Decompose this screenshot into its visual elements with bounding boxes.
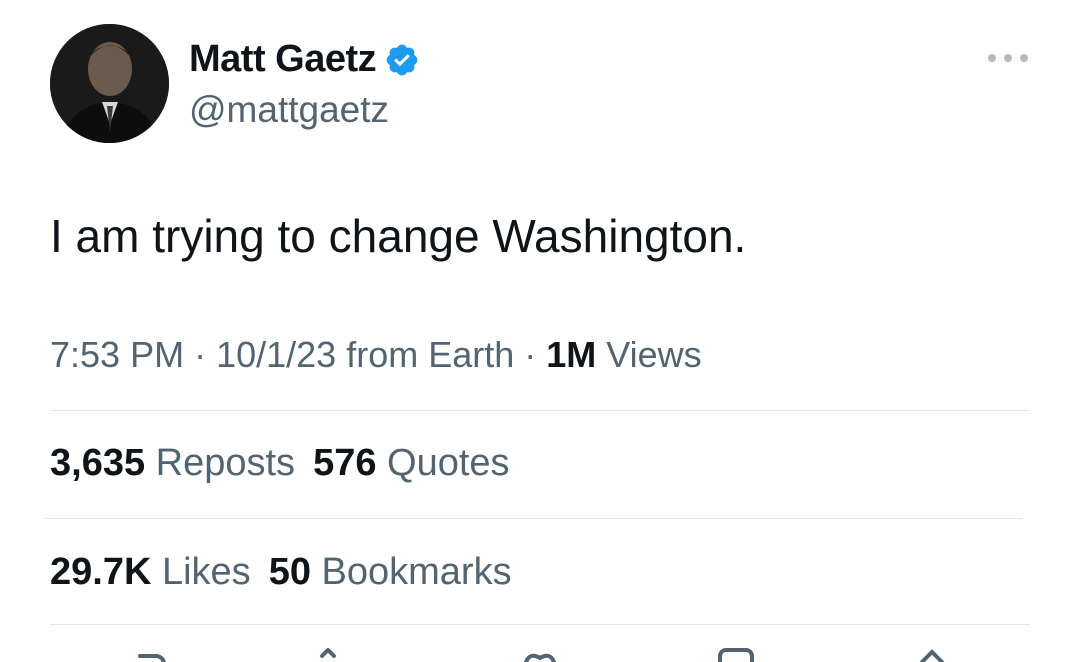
tweet-card: Matt Gaetz @mattgaetz I am trying to cha… (0, 0, 1080, 662)
reposts-stat[interactable]: 3,635 Reposts (50, 442, 295, 485)
tweet-source: from Earth (336, 334, 515, 375)
likes-stat[interactable]: 29.7K Likes (50, 551, 251, 594)
divider (50, 624, 1030, 625)
action-bar (0, 648, 1080, 662)
avatar[interactable] (50, 24, 169, 143)
tweet-meta: 7:53 PM · 10/1/23 from Earth · 1M Views (50, 334, 702, 376)
bookmarks-stat[interactable]: 50 Bookmarks (269, 551, 512, 594)
repost-icon[interactable] (318, 648, 358, 662)
stats-row-reposts: 3,635 Reposts 576 Quotes (50, 442, 528, 485)
like-icon[interactable] (520, 648, 560, 662)
tweet-text: I am trying to change Washington. (50, 210, 747, 262)
share-icon[interactable] (912, 648, 952, 662)
likes-label: Likes (161, 551, 251, 593)
author-name-text: Matt Gaetz (189, 38, 377, 80)
avatar-photo (50, 24, 169, 143)
more-options-icon[interactable] (988, 48, 1028, 68)
bookmark-icon[interactable] (716, 648, 756, 662)
reposts-count: 3,635 (50, 442, 146, 484)
views-label: Views (596, 334, 702, 375)
stats-row-likes: 29.7K Likes 50 Bookmarks (50, 551, 530, 594)
meta-separator: · (184, 334, 217, 375)
reply-icon[interactable] (128, 648, 168, 662)
divider (44, 518, 1022, 519)
reposts-label: Reposts (155, 442, 296, 484)
divider (50, 410, 1030, 411)
quotes-count: 576 (313, 442, 377, 484)
views-count: 1M (546, 334, 597, 375)
bookmarks-label: Bookmarks (321, 551, 512, 593)
likes-count: 29.7K (50, 551, 152, 593)
quotes-label: Quotes (387, 442, 510, 484)
tweet-date[interactable]: 10/1/23 (216, 334, 336, 375)
tweet-time[interactable]: 7:53 PM (50, 334, 184, 375)
author-name[interactable]: Matt Gaetz (189, 38, 420, 81)
meta-separator: · (514, 334, 547, 375)
author-handle[interactable]: @mattgaetz (189, 89, 389, 131)
quotes-stat[interactable]: 576 Quotes (313, 442, 510, 485)
bookmarks-count: 50 (268, 551, 311, 593)
verified-badge-icon (386, 44, 418, 75)
